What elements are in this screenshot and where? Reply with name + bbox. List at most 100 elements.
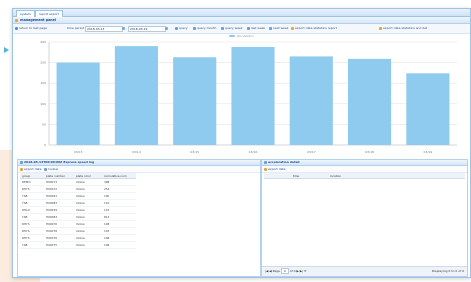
table-cell: RHYS [20, 185, 44, 193]
table-row[interactable]: YSB H00061 Yellow 100 [20, 192, 136, 200]
end-date-field[interactable]: 2018-03-19 [128, 26, 166, 32]
pagination-bar: |◀ ◀ Page 0 of 0 ▶ ▶| ⟳ Displaying 0 to … [262, 266, 467, 276]
page-input[interactable]: 0 [280, 268, 289, 274]
acceleration-detail-title-text: acceleration detail [268, 160, 300, 164]
table-cell: RHYS [20, 220, 44, 228]
legend-swatch [229, 35, 236, 37]
table-cell: 108 [102, 241, 136, 249]
query-month-button[interactable]: query month [193, 26, 216, 31]
panel-header: management panel [13, 17, 470, 24]
table-cell: 110 [102, 199, 136, 207]
y-tick-label: 150 [40, 81, 46, 85]
bar [231, 46, 275, 145]
export-detail-button[interactable]: export data statistics and det [379, 26, 427, 31]
acceleration-table: time location [264, 173, 465, 179]
chart-legend-label: data statistics [236, 35, 254, 38]
export-detail-label: export data statistics and det [383, 26, 428, 30]
next-page-icon[interactable]: ▶ [297, 269, 299, 273]
return-label: return to last page [19, 26, 47, 30]
query-label: query [179, 26, 188, 30]
export-data-button[interactable]: export data [20, 167, 41, 171]
table-cell: 108 [102, 234, 136, 242]
column-header: location [328, 173, 465, 179]
tab-system[interactable]: system [16, 10, 35, 17]
table-cell: Yellow [74, 206, 102, 214]
table-cell: Yellow [74, 227, 102, 235]
speed-log-table: group plate number plate color cumulativ… [20, 173, 136, 249]
table-cell: H00061 [44, 192, 74, 200]
table-cell: 254 [102, 185, 136, 193]
query-week-label: query week [225, 26, 243, 30]
last-week-button[interactable]: last week [247, 26, 265, 31]
grid-icon [264, 160, 267, 164]
table-cell: 398 [102, 178, 136, 186]
tab-report-export[interactable]: report export [35, 10, 63, 17]
query-button[interactable]: query [175, 26, 188, 31]
next-week-label: next week [273, 26, 289, 30]
table-cell: H00078 [44, 227, 74, 235]
arrow-left-icon [247, 26, 250, 30]
table-cell: RHYS [20, 234, 44, 242]
table-row[interactable]: RHYS H00072 Yellow 254 [20, 185, 136, 193]
table-cell: Yellow [74, 192, 102, 200]
bar [56, 62, 100, 145]
export-icon [264, 167, 267, 171]
table-cell: 115 [102, 206, 136, 214]
start-date-field[interactable]: 2018-03-13 [85, 26, 123, 32]
speed-log-title-text: 2018-03-13T00:00:00Z Express speed log [24, 160, 95, 164]
time-period-label: time period [67, 26, 85, 30]
bar [173, 57, 217, 145]
pager-display-text: Displaying 0 to 0 of 0 [431, 269, 464, 273]
acceleration-detail-panel: acceleration detail export data time loc… [261, 159, 468, 277]
table-cell: H00039 [44, 206, 74, 214]
table-cell: 103 [102, 227, 136, 235]
next-week-button[interactable]: next week [269, 26, 288, 31]
table-row[interactable]: DEMO H00073 Yellow 398 [20, 178, 136, 186]
bar [348, 58, 392, 145]
search-icon [175, 26, 178, 30]
table-cell: YSB [20, 241, 44, 249]
lookup-button[interactable]: lookup [44, 167, 58, 171]
y-tick-label: 200 [40, 61, 46, 65]
table-cell: H00076 [44, 220, 74, 228]
x-tick-label: 03/19 [424, 150, 433, 154]
grid-icon [20, 160, 23, 164]
table-row[interactable]: RHYS H00078 Yellow 103 [20, 227, 136, 235]
table-cell: RHLD [20, 206, 44, 214]
table-cell: H00076 [44, 234, 74, 242]
export-icon [379, 26, 382, 30]
of-label: of 0 [289, 269, 296, 273]
table-cell: H00072 [44, 185, 74, 193]
export-data-button[interactable]: export data [264, 167, 285, 171]
table-cell: Yellow [74, 178, 102, 186]
table-row[interactable]: RHYS H00076 Yellow 108 [20, 234, 136, 242]
table-row[interactable]: YSB H00083 Yellow 110 [20, 199, 136, 207]
export-icon [291, 26, 294, 30]
x-tick-label: 03/17 [307, 150, 316, 154]
calendar-icon-2[interactable] [165, 26, 169, 31]
last-page-icon[interactable]: ▶| [300, 269, 303, 273]
decorative-arrow-icon [4, 47, 9, 53]
toolbar: return to last page time period 2018-03-… [13, 24, 470, 34]
table-row[interactable]: RHLD H00039 Yellow 115 [20, 206, 136, 214]
table-cell: Yellow [74, 185, 102, 193]
table-cell: 108 [102, 220, 136, 228]
table-cell: Yellow [74, 220, 102, 228]
return-button[interactable]: return to last page [15, 26, 47, 31]
table-row[interactable]: YSB H00075 Yellow 108 [20, 241, 136, 249]
chart-legend: data statistics [13, 34, 470, 39]
refresh-icon[interactable]: ⟳ [304, 269, 307, 273]
query-week-button[interactable]: query week [221, 26, 243, 31]
first-page-icon[interactable]: |◀ [265, 269, 268, 273]
calendar-icon[interactable] [122, 26, 126, 31]
prev-page-icon[interactable]: ◀ [269, 269, 271, 273]
search-icon [193, 26, 196, 30]
table-row[interactable]: YSB H00083 Yellow 813 [20, 213, 136, 221]
table-cell: H00083 [44, 199, 74, 207]
table-cell: 100 [102, 192, 136, 200]
speed-log-toolbar: export data lookup [18, 166, 260, 173]
y-tick-label: 0 [44, 143, 46, 147]
export-report-button[interactable]: export data statistics report [291, 26, 337, 31]
speed-log-panel: 2018-03-13T00:00:00Z Express speed log e… [17, 159, 261, 277]
table-row[interactable]: RHYS H00076 Yellow 108 [20, 220, 136, 228]
